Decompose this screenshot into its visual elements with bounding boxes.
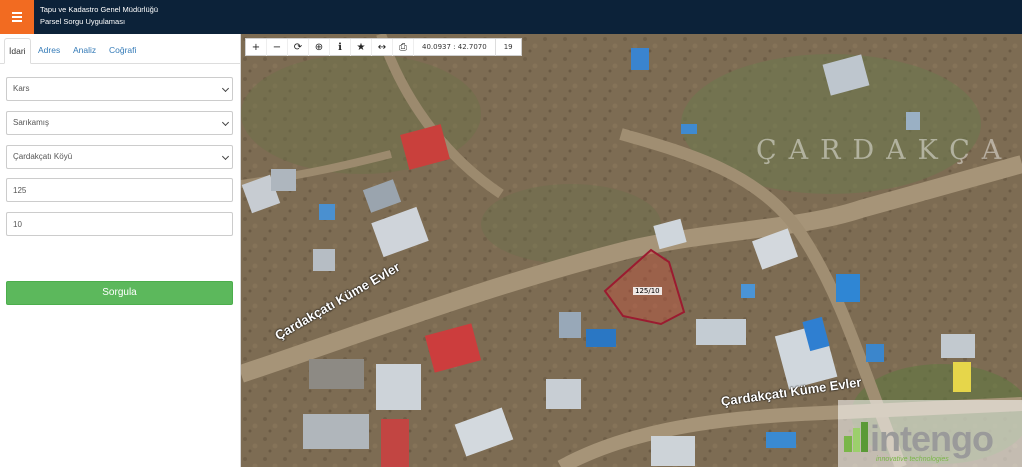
menu-icon-bar xyxy=(12,12,22,14)
block-input[interactable] xyxy=(13,179,232,201)
sorgula-button[interactable]: Sorgula xyxy=(6,281,233,305)
watermark-brand: intengo xyxy=(870,418,994,459)
neighborhood-value: Çardakçatı Köyü xyxy=(13,152,73,161)
measure-icon[interactable]: ↔ xyxy=(372,38,393,56)
province-select[interactable]: Kars xyxy=(6,77,233,101)
query-tabs: İdari Adres Analiz Coğrafi xyxy=(0,34,240,64)
intengo-watermark: intengo innovative technologies xyxy=(838,400,1022,467)
watermark-tagline: innovative technologies xyxy=(876,456,949,463)
district-select[interactable]: Sarıkamış xyxy=(6,111,233,135)
tab-adres[interactable]: Adres xyxy=(34,38,64,64)
locate-icon[interactable]: ⊕ xyxy=(309,38,330,56)
map-toolbar: + − ⟳ ⊕ ℹ ★ ↔ ⎙ 40.0937 : 42.7070 19 xyxy=(245,38,522,56)
zoom-out-icon[interactable]: − xyxy=(267,38,288,56)
query-sidebar: İdari Adres Analiz Coğrafi Kars Sarıkamı… xyxy=(0,34,241,467)
menu-icon-bar xyxy=(12,16,22,18)
block-field[interactable] xyxy=(6,178,233,202)
zoom-level: 19 xyxy=(503,42,513,51)
app-title-line1: Tapu ve Kadastro Genel Müdürlüğü xyxy=(40,5,158,14)
zoom-in-icon[interactable]: + xyxy=(246,38,267,56)
district-value: Sarıkamış xyxy=(13,118,50,127)
coordinate-readout: 40.0937 : 42.7070 xyxy=(414,38,496,56)
province-value: Kars xyxy=(13,84,30,93)
refresh-icon[interactable]: ⟳ xyxy=(288,38,309,56)
tab-idari[interactable]: İdari xyxy=(4,38,31,64)
hamburger-menu-button[interactable] xyxy=(0,0,34,34)
neighborhood-select[interactable]: Çardakçatı Köyü xyxy=(6,145,233,169)
village-label: ÇARDAKÇA xyxy=(756,135,1014,166)
parcel-field[interactable] xyxy=(6,212,233,236)
intengo-logo-icon xyxy=(844,422,868,452)
app-header: Tapu ve Kadastro Genel Müdürlüğü Parsel … xyxy=(0,0,1022,34)
parcel-label[interactable]: 125/10 xyxy=(633,287,662,295)
menu-icon-bar xyxy=(12,20,22,22)
tab-cografi[interactable]: Coğrafi xyxy=(105,38,140,64)
info-icon[interactable]: ℹ xyxy=(330,38,351,56)
star-icon[interactable]: ★ xyxy=(351,38,372,56)
print-icon[interactable]: ⎙ xyxy=(393,38,414,56)
app-title-line2: Parsel Sorgu Uygulaması xyxy=(40,17,126,26)
app-title: Tapu ve Kadastro Genel Müdürlüğü Parsel … xyxy=(40,4,158,28)
map-view[interactable]: ÇARDAKÇA Çardakçatı Küme Evler Çardakçat… xyxy=(241,34,1022,467)
parcel-input[interactable] xyxy=(13,213,232,235)
tab-analiz[interactable]: Analiz xyxy=(69,38,100,64)
